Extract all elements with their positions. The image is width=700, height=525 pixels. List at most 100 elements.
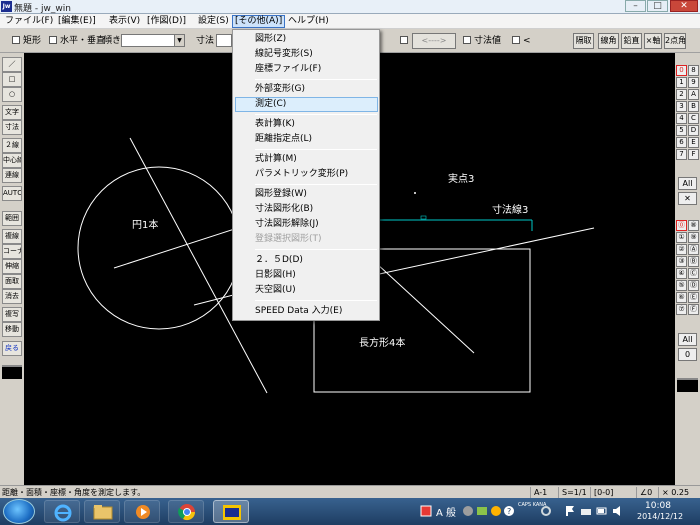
menu-item-coord-file[interactable]: 座標ファイル(F) [255, 62, 321, 77]
dimension-combo[interactable] [216, 34, 232, 47]
layer-button[interactable]: 5 [676, 125, 687, 136]
ime-settings-icon[interactable] [490, 505, 502, 517]
tool-extend[interactable]: 伸縮 [2, 259, 22, 274]
layer-group-button[interactable]: ⑥ [676, 292, 687, 303]
explorer-taskbar-icon[interactable] [84, 500, 120, 523]
arrow-button[interactable]: <----> [412, 33, 456, 49]
layer-button[interactable]: 7 [676, 149, 687, 160]
tool-move[interactable]: 移動 [2, 322, 22, 337]
lt-checkbox[interactable]: < [512, 36, 531, 47]
layer-group-button[interactable]: Ⓓ [688, 280, 699, 291]
minimize-button[interactable]: – [625, 0, 646, 12]
menu-file[interactable]: ファイル(F) [3, 15, 55, 28]
layer-x-button[interactable]: ✕ [678, 192, 697, 205]
rect-checkbox[interactable]: 矩形 [12, 36, 41, 47]
toolbar-btn-2[interactable]: 線角 [598, 33, 619, 49]
menu-item-spreadsheet[interactable]: 表計算(K) [255, 117, 295, 132]
layer-button[interactable]: 4 [676, 113, 687, 124]
ime-pad-icon[interactable] [462, 505, 474, 517]
horizontal-vertical-checkbox[interactable]: 水平・垂直 [49, 36, 105, 47]
layer-button[interactable]: A [688, 89, 699, 100]
battery-icon[interactable] [596, 505, 608, 517]
tool-dimension[interactable]: 寸法 [2, 120, 22, 135]
ime-mode[interactable]: A 般 [436, 504, 456, 519]
menu-item-shadow[interactable]: 日影図(H) [255, 268, 296, 283]
menu-item-dim-figure[interactable]: 寸法図形化(B) [255, 202, 313, 217]
layer-button[interactable]: 6 [676, 137, 687, 148]
start-button[interactable] [3, 499, 35, 524]
tool-undo[interactable]: 戻る [2, 341, 22, 356]
help-icon[interactable]: ? [503, 505, 515, 517]
jw-win-taskbar-icon[interactable] [213, 500, 249, 523]
menu-item-external[interactable]: 外部変形(G) [255, 82, 305, 97]
arrow-checkbox[interactable] [400, 36, 411, 47]
toolbar-btn-1[interactable]: 隔取 [573, 33, 594, 49]
menu-item-distance-point[interactable]: 距離指定点(L) [255, 132, 312, 147]
toolbar-btn-5[interactable]: 2点角 [664, 33, 686, 49]
network-icon[interactable] [580, 505, 592, 517]
volume-icon[interactable] [612, 505, 624, 517]
tool-copy[interactable]: 複写 [2, 307, 22, 322]
ie-taskbar-icon[interactable] [44, 500, 80, 523]
tool-text[interactable]: 文字 [2, 105, 22, 120]
layer-group-button[interactable]: Ⓐ [688, 244, 699, 255]
dimension-value-checkbox[interactable]: 寸法値 [463, 36, 501, 47]
tool-auto[interactable]: AUTO [2, 186, 22, 201]
menu-item-sky[interactable]: 天空図(U) [255, 283, 296, 298]
menu-settings[interactable]: 設定(S) [196, 15, 231, 28]
tool-copy-line[interactable]: 複線 [2, 229, 22, 244]
layer-button[interactable]: 0 [676, 65, 687, 76]
menu-edit[interactable]: [編集(E)] [56, 15, 98, 28]
menu-item-2-5d[interactable]: ２．５D(D) [255, 253, 303, 268]
layer-group-button[interactable]: Ⓒ [688, 268, 699, 279]
layer-group-button[interactable]: ④ [676, 268, 687, 279]
menu-item-speed-data[interactable]: SPEED Data 入力(E) [255, 304, 342, 319]
layer-button[interactable]: 3 [676, 101, 687, 112]
toolbar-btn-3[interactable]: 鉛直 [621, 33, 642, 49]
tray-settings-icon[interactable] [540, 505, 552, 517]
layer-all-button-1[interactable]: All [678, 177, 697, 190]
ime-dictionary-icon[interactable] [476, 505, 488, 517]
layer-group-button[interactable]: ⓪ [676, 220, 687, 231]
tool-chamfer[interactable]: 面取 [2, 274, 22, 289]
menu-draw[interactable]: [作図(D)] [145, 15, 188, 28]
menu-item-measure[interactable]: 測定(C) [255, 97, 286, 112]
layer-group-button[interactable]: ⑧ [688, 220, 699, 231]
status-scale[interactable]: S=1/1 [558, 487, 590, 498]
layer-button[interactable]: B [688, 101, 699, 112]
tool-erase[interactable]: 消去 [2, 289, 22, 304]
menu-item-register-figure[interactable]: 図形登録(W) [255, 187, 307, 202]
tool-line[interactable]: ／ [2, 57, 22, 72]
layer-group-all-button[interactable]: All [678, 333, 697, 346]
layer-group-button[interactable]: ① [676, 232, 687, 243]
tool-double-line[interactable]: ２線 [2, 138, 22, 153]
tool-corner[interactable]: コーナー [2, 244, 22, 259]
layer-button[interactable]: 1 [676, 77, 687, 88]
maximize-button[interactable]: □ [647, 0, 668, 12]
layer-group-button[interactable]: ⑨ [688, 232, 699, 243]
chevron-down-icon[interactable]: ▼ [174, 35, 184, 46]
tool-circle[interactable]: ○ [2, 87, 22, 102]
toolbar-btn-4[interactable]: ×軸 [644, 33, 662, 49]
layer-button[interactable]: F [688, 149, 699, 160]
layer-group-button[interactable]: Ⓕ [688, 304, 699, 315]
ime-tool-icon[interactable] [420, 505, 432, 517]
layer-group-button[interactable]: ⑤ [676, 280, 687, 291]
menu-help[interactable]: ヘルプ(H) [286, 15, 331, 28]
menu-item-expression[interactable]: 式計算(M) [255, 152, 297, 167]
layer-button[interactable]: 9 [688, 77, 699, 88]
clock-time[interactable]: 10:08 [645, 501, 671, 511]
status-layer[interactable]: [0-0] [590, 487, 636, 498]
menu-item-parametric[interactable]: パラメトリック変形(P) [255, 167, 348, 182]
layer-button[interactable]: 8 [688, 65, 699, 76]
flag-icon[interactable] [564, 505, 576, 517]
tool-range[interactable]: 範囲 [2, 211, 22, 226]
status-zoom[interactable]: × 0.25 [658, 487, 700, 498]
layer-group-button[interactable]: Ⓑ [688, 256, 699, 267]
layer-group-button[interactable]: ② [676, 244, 687, 255]
layer-group-button[interactable]: ③ [676, 256, 687, 267]
menu-item-figure[interactable]: 図形(Z) [255, 32, 286, 47]
layer-group-button[interactable]: Ⓔ [688, 292, 699, 303]
chrome-taskbar-icon[interactable] [168, 500, 204, 523]
layer-button[interactable]: 2 [676, 89, 687, 100]
